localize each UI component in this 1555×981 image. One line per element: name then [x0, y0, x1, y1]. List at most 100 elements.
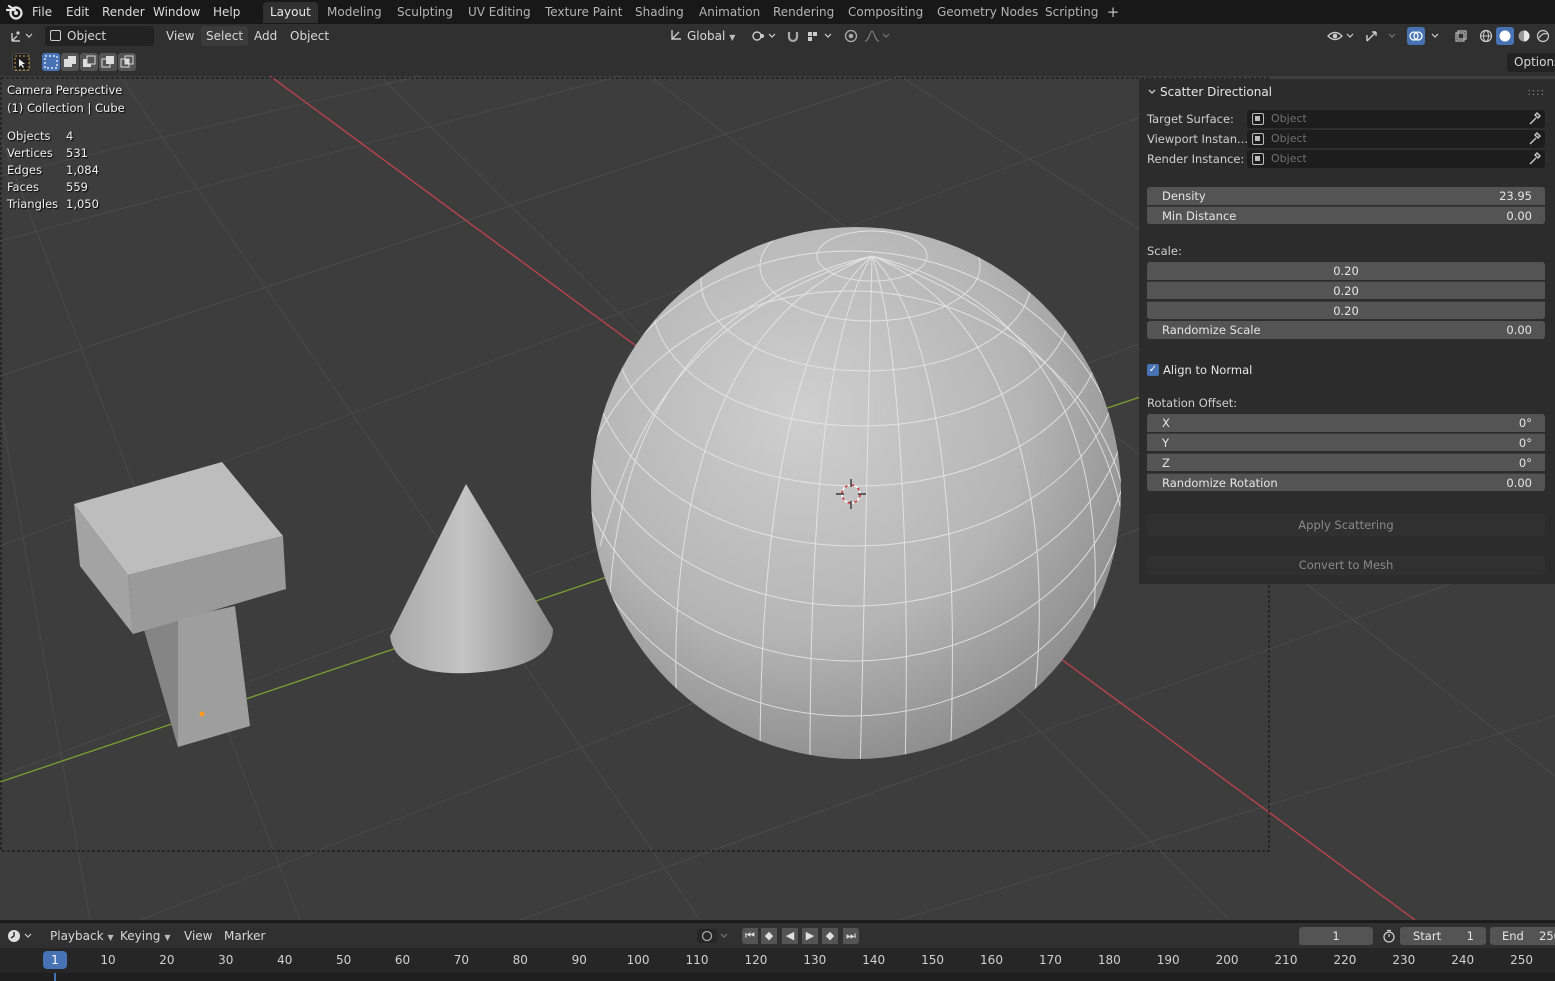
min-distance-field[interactable]: Min Distance 0.00 [1147, 206, 1545, 224]
tab-layout[interactable]: Layout [263, 2, 318, 23]
overlays-dropdown[interactable] [1428, 27, 1442, 45]
menu-view[interactable]: View [161, 26, 199, 46]
tab-scripting[interactable]: Scripting [1038, 2, 1105, 23]
rotation-z-field[interactable]: Z 0° [1147, 453, 1545, 471]
visibility-button[interactable] [1325, 27, 1357, 45]
timeline-header: Playback ▼ Keying ▼ View Marker ⏮ ◆ ◀ ▶ ◆ … [0, 922, 1555, 948]
randomize-scale-field[interactable]: Randomize Scale 0.00 [1147, 321, 1545, 339]
mode-dropdown[interactable]: Object Mode▼ [45, 26, 154, 63]
menu-file[interactable]: File [30, 3, 54, 21]
ruler-tick-50: 50 [335, 953, 352, 967]
apply-scattering-button[interactable]: Apply Scattering [1147, 514, 1545, 536]
select-mode-intersect-button[interactable] [118, 53, 136, 71]
jump-end-button[interactable]: ⏭ [843, 928, 859, 944]
shading-wireframe-button[interactable] [1477, 27, 1495, 45]
marker-menu[interactable]: Marker [219, 926, 270, 946]
tab-uv-editing[interactable]: UV Editing [461, 2, 538, 23]
prev-keyframe-button[interactable]: ◆ [761, 928, 777, 944]
cone-object[interactable] [390, 484, 553, 674]
select-mode-new-button[interactable] [42, 53, 60, 71]
play-reverse-button[interactable]: ◀ [782, 928, 798, 944]
tab-shading[interactable]: Shading [628, 2, 691, 23]
overlays-toggle[interactable] [1407, 27, 1425, 45]
menu-select[interactable]: Select [201, 26, 249, 46]
select-mode-extend-button[interactable] [61, 53, 79, 71]
start-value: 1 [1466, 929, 1474, 943]
end-label: End [1502, 929, 1524, 943]
object-icon [1252, 133, 1264, 145]
timeline-body[interactable] [0, 973, 1555, 981]
timeline-view-menu[interactable]: View [179, 926, 217, 946]
density-field[interactable]: Density 23.95 [1147, 187, 1545, 205]
auto-keying-button[interactable] [696, 927, 730, 945]
blender-logo-icon[interactable] [6, 3, 24, 21]
pivot-point-button[interactable] [750, 27, 778, 45]
select-mode-invert-button[interactable] [99, 53, 117, 71]
jump-start-button[interactable]: ⏮ [742, 928, 758, 944]
start-frame-field[interactable]: Start 1 [1400, 927, 1486, 945]
rotation-x-field[interactable]: X 0° [1147, 414, 1545, 432]
shading-solid-button[interactable] [1496, 27, 1514, 45]
gizmo-button[interactable] [1363, 27, 1399, 45]
proportional-edit-toggle[interactable] [842, 27, 860, 45]
tab-compositing[interactable]: Compositing [841, 2, 930, 23]
drag-grip-icon[interactable]: :::: [1528, 87, 1545, 98]
stat-objects-value: 4 [66, 129, 74, 143]
shading-rendered-button[interactable] [1534, 27, 1552, 45]
render-instance-field[interactable]: Object [1247, 150, 1545, 168]
rotation-y-field[interactable]: Y 0° [1147, 433, 1545, 451]
tab-geometry-nodes[interactable]: Geometry Nodes [930, 2, 1045, 23]
cube-object[interactable] [74, 462, 286, 747]
playback-label: Playback [50, 929, 104, 943]
current-frame-indicator[interactable]: 1 [43, 951, 67, 969]
snap-toggle[interactable] [784, 27, 802, 45]
menu-add[interactable]: Add [249, 26, 282, 46]
scale-y-field[interactable]: 0.20 [1147, 281, 1545, 299]
shading-material-button[interactable] [1515, 27, 1533, 45]
transform-orientation-dropdown[interactable]: Global ▼ [664, 26, 742, 46]
tab-texture-paint[interactable]: Texture Paint [538, 2, 629, 23]
select-new-icon [44, 55, 58, 69]
playback-dropdown[interactable]: Playback ▼ [45, 926, 119, 946]
use-preview-range-toggle[interactable] [1380, 927, 1398, 945]
tab-modeling[interactable]: Modeling [320, 2, 389, 23]
eyedropper-icon[interactable] [1527, 111, 1541, 127]
scale-x-field[interactable]: 0.20 [1147, 262, 1545, 280]
next-keyframe-button[interactable]: ◆ [822, 928, 838, 944]
checkmark-icon: ✓ [1147, 364, 1159, 376]
end-frame-field[interactable]: End 250 [1490, 927, 1555, 945]
eyedropper-icon[interactable] [1527, 131, 1541, 147]
panel-title: Scatter Directional [1160, 85, 1273, 99]
add-workspace-button[interactable]: + [1106, 2, 1120, 22]
play-button[interactable]: ▶ [802, 928, 818, 944]
options-dropdown[interactable]: Options [1507, 53, 1555, 72]
randomize-rotation-field[interactable]: Randomize Rotation 0.00 [1147, 473, 1545, 491]
select-mode-subtract-button[interactable] [80, 53, 98, 71]
editor-type-button[interactable] [8, 27, 36, 45]
tab-rendering[interactable]: Rendering [766, 2, 841, 23]
tab-animation[interactable]: Animation [692, 2, 767, 23]
proportional-falloff-button[interactable] [862, 27, 892, 45]
tab-sculpting[interactable]: Sculpting [390, 2, 460, 23]
eyedropper-icon[interactable] [1527, 151, 1541, 167]
menu-edit[interactable]: Edit [64, 3, 91, 21]
snap-target-button[interactable] [805, 27, 835, 45]
viewport-instance-field[interactable]: Object [1247, 130, 1545, 148]
wireframe-sphere-icon [1479, 29, 1493, 43]
select-tool-button[interactable] [12, 53, 30, 71]
menu-object[interactable]: Object [285, 26, 334, 46]
menu-help[interactable]: Help [211, 3, 242, 21]
current-frame-field[interactable]: 1 [1299, 927, 1373, 945]
convert-to-mesh-button[interactable]: Convert to Mesh [1147, 556, 1545, 575]
keying-dropdown[interactable]: Keying ▼ [115, 926, 175, 946]
menu-render[interactable]: Render [100, 3, 147, 21]
target-surface-field[interactable]: Object [1247, 110, 1545, 128]
ruler-tick-210: 210 [1274, 953, 1298, 967]
timeline-editor-type-button[interactable] [6, 927, 36, 945]
origin-point [199, 711, 205, 717]
menu-window[interactable]: Window [151, 3, 202, 21]
collapse-chevron-icon[interactable] [1147, 87, 1157, 97]
xray-toggle[interactable] [1452, 27, 1470, 45]
scale-z-field[interactable]: 0.20 [1147, 301, 1545, 319]
timeline-ruler[interactable]: 1 10 20 30 40 50 60 70 80 90 100 110 120 130 140 150 16… [0, 948, 1555, 973]
